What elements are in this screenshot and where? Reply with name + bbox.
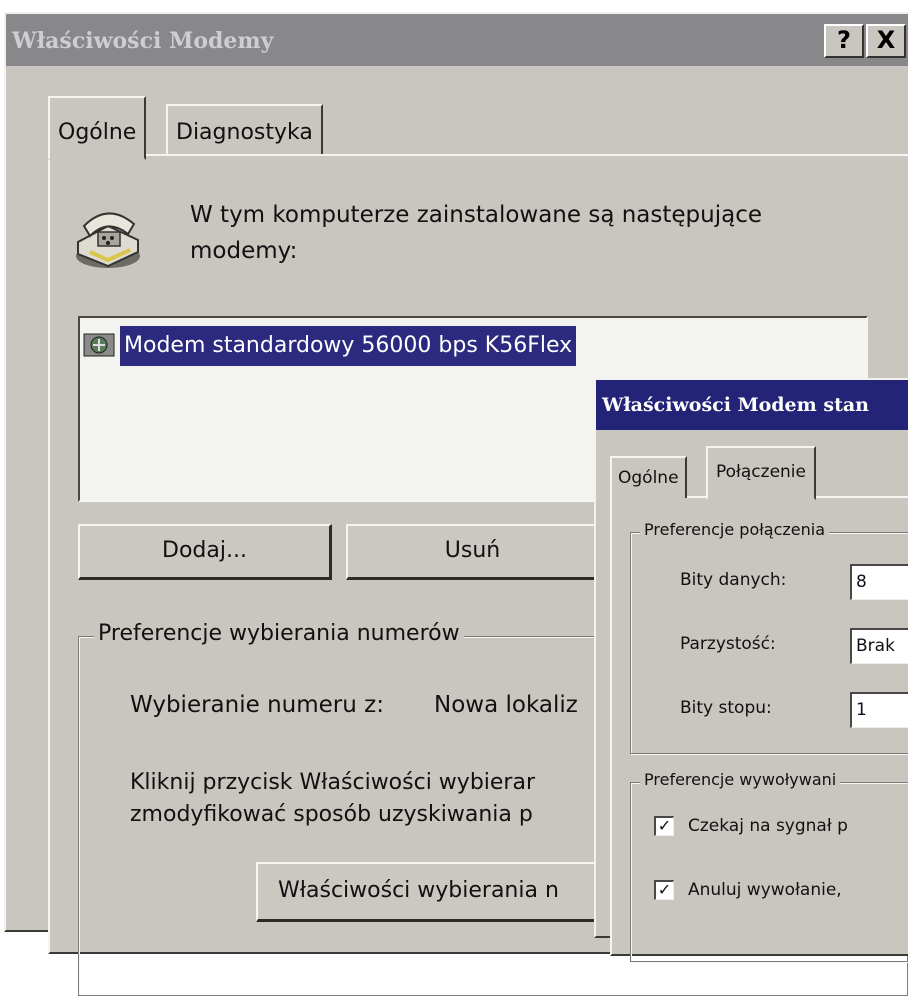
sub-title-bar[interactable]: Właściwości Modem stan — [596, 380, 908, 430]
sub-window-title: Właściwości Modem stan — [602, 394, 869, 416]
connection-preferences-legend: Preferencje połączenia — [640, 520, 830, 539]
call-preferences-legend: Preferencje wywoływani — [640, 770, 841, 789]
dialing-info-line1: Kliknij przycisk Właściwości wybierar — [130, 770, 536, 795]
call-preferences-group — [630, 782, 908, 962]
wait-dial-tone-checkbox[interactable]: ✓ — [654, 816, 674, 836]
add-button[interactable]: Dodaj... — [78, 524, 332, 580]
installed-modems-text-line2: modemy: — [190, 238, 298, 264]
modem-standard-properties-window: Właściwości Modem stan Ogólne Połączenie… — [594, 378, 908, 962]
remove-button[interactable]: Usuń — [346, 524, 600, 580]
main-title-bar[interactable]: Właściwości Modemy ? X — [6, 14, 908, 66]
data-bits-select[interactable]: 8 — [850, 564, 908, 600]
dial-from-value: Nowa lokaliz — [434, 692, 578, 718]
sub-tab-connection-label: Połączenie — [716, 462, 806, 482]
dialing-properties-button[interactable]: Właściwości wybierania n — [256, 862, 636, 922]
cancel-call-label: Anuluj wywołanie, — [688, 880, 842, 900]
installed-modems-text-line1: W tym komputerze zainstalowane są następ… — [190, 202, 763, 228]
modem-phone-icon — [76, 212, 140, 268]
dialing-info-line2: zmodyfikować sposób uzyskiwania p — [130, 802, 533, 827]
help-icon: ? — [837, 26, 851, 54]
dialing-preferences-legend: Preferencje wybierania numerów — [94, 621, 464, 646]
tab-diagnostics[interactable]: Diagnostyka — [166, 104, 323, 154]
sub-tab-connection[interactable]: Połączenie — [706, 446, 816, 500]
cancel-call-checkbox[interactable]: ✓ — [654, 880, 674, 900]
sub-tab-general[interactable]: Ogólne — [610, 456, 687, 498]
modem-item-icon — [83, 333, 115, 357]
parity-value: Brak — [856, 636, 895, 656]
sub-tab-general-label: Ogólne — [618, 468, 679, 488]
stop-bits-select[interactable]: 1 — [850, 692, 908, 728]
data-bits-value: 8 — [856, 572, 867, 592]
main-window-title: Właściwości Modemy — [12, 28, 274, 54]
parity-label: Parzystość: — [680, 634, 776, 654]
close-button[interactable]: X — [866, 24, 906, 58]
close-icon: X — [876, 26, 896, 54]
check-icon: ✓ — [657, 880, 672, 899]
modem-list-item[interactable]: Modem standardowy 56000 bps K56Flex — [82, 326, 666, 366]
stop-bits-value: 1 — [856, 700, 867, 720]
help-button[interactable]: ? — [824, 24, 864, 58]
connection-tab-panel: Preferencje połączenia Bity danych: 8 Pa… — [610, 496, 908, 962]
tab-diagnostics-label: Diagnostyka — [176, 120, 313, 145]
stop-bits-label: Bity stopu: — [680, 698, 772, 718]
tab-general[interactable]: Ogólne — [48, 96, 147, 160]
remove-button-label: Usuń — [444, 538, 501, 563]
data-bits-label: Bity danych: — [680, 570, 787, 590]
add-button-label: Dodaj... — [162, 538, 247, 563]
dialing-properties-label: Właściwości wybierania n — [278, 878, 559, 903]
parity-select[interactable]: Brak — [850, 628, 908, 664]
dial-from-label: Wybieranie numeru z: — [130, 692, 384, 718]
tab-general-label: Ogólne — [58, 120, 137, 145]
wait-dial-tone-label: Czekaj na sygnał p — [688, 816, 848, 836]
modem-item-label: Modem standardowy 56000 bps K56Flex — [120, 326, 577, 366]
check-icon: ✓ — [657, 816, 672, 835]
